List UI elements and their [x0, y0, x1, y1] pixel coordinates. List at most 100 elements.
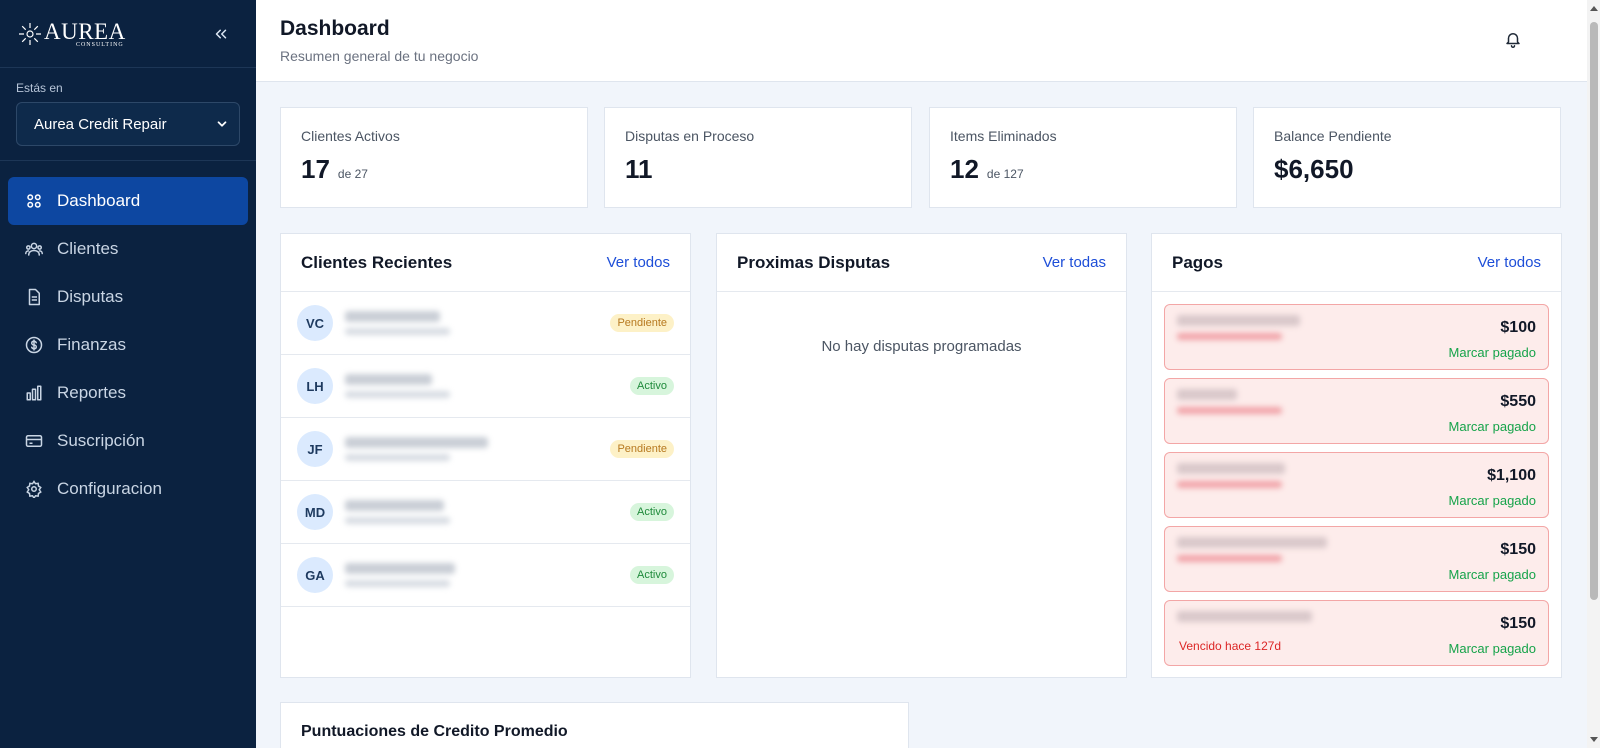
mark-paid-button[interactable]: Marcar pagado: [1449, 419, 1536, 434]
page-subtitle: Resumen general de tu negocio: [280, 48, 479, 64]
sunburst-icon: [19, 22, 41, 45]
avatar: GA: [297, 557, 333, 593]
payment-card[interactable]: $100 Marcar pagado: [1164, 304, 1549, 370]
status-badge: Pendiente: [610, 314, 674, 332]
bell-icon: [1506, 33, 1520, 48]
chevrons-left-icon: [215, 29, 227, 38]
recent-clients-panel: Clientes Recientes Ver todos VC Pendient…: [280, 233, 691, 678]
payments-panel: Pagos Ver todos $100 Marcar pagado $550 …: [1151, 233, 1562, 678]
panel-title: Pagos: [1172, 252, 1224, 272]
grid-icon: [27, 194, 41, 208]
payment-due-text: Vencido hace 127d: [1179, 639, 1282, 653]
status-badge: Activo: [630, 503, 674, 521]
panel-title: Puntuaciones de Credito Promedio: [301, 723, 568, 740]
sidebar-item-label: Reportes: [57, 383, 126, 402]
sidebar-item-finanzas[interactable]: Finanzas: [8, 321, 248, 369]
view-all-payments-link[interactable]: Ver todos: [1478, 254, 1541, 271]
redacted-payment-info: [1177, 463, 1327, 488]
status-badge: Activo: [630, 566, 674, 584]
credit-scores-panel: Puntuaciones de Credito Promedio: [280, 702, 909, 748]
avatar: LH: [297, 368, 333, 404]
scroll-down-arrow[interactable]: [1590, 737, 1598, 742]
redacted-client-info: [345, 311, 535, 335]
sidebar-item-disputas[interactable]: Disputas: [8, 273, 248, 321]
redacted-client-info: [345, 374, 535, 398]
client-row[interactable]: LH Activo: [281, 355, 690, 418]
scroll-thumb[interactable]: [1590, 22, 1598, 600]
payment-amount: $150: [1500, 541, 1536, 558]
client-row[interactable]: MD Activo: [281, 481, 690, 544]
scroll-up-arrow[interactable]: [1590, 6, 1598, 11]
redacted-payment-info: [1177, 389, 1327, 414]
payment-amount: $1,100: [1487, 467, 1536, 484]
sidebar-item-dashboard[interactable]: Dashboard: [8, 177, 248, 225]
avatar: VC: [297, 305, 333, 341]
brand-name: AUREA: [44, 18, 126, 44]
stat-card-balance-pendiente: Balance Pendiente $6,650: [1253, 107, 1561, 208]
sidebar-item-reportes[interactable]: Reportes: [8, 369, 248, 417]
avatar: JF: [297, 431, 333, 467]
sidebar-item-label: Finanzas: [57, 335, 126, 354]
workspace-select-value: Aurea Credit Repair: [34, 115, 167, 133]
sidebar-item-suscripcion[interactable]: Suscripción: [8, 417, 248, 465]
stat-sub: de 27: [337, 167, 368, 181]
status-badge: Pendiente: [610, 440, 674, 458]
card-icon: [25, 435, 43, 447]
dollar-icon: [25, 336, 43, 354]
payment-card[interactable]: $550 Marcar pagado: [1164, 378, 1549, 444]
stat-value: 12: [950, 154, 979, 184]
sidebar-item-configuracion[interactable]: Configuracion: [8, 465, 248, 513]
payment-card[interactable]: $150 Marcar pagado: [1164, 526, 1549, 592]
sidebar-item-label: Clientes: [57, 239, 119, 258]
stat-sub: de 127: [986, 167, 1024, 181]
stat-card-disputas-en-proceso: Disputas en Proceso 11: [604, 107, 912, 208]
page-header: Dashboard Resumen general de tu negocio: [256, 0, 1587, 82]
client-row[interactable]: VC Pendiente: [281, 292, 690, 355]
stat-card-items-eliminados: Items Eliminados 12 de 127: [929, 107, 1237, 208]
stat-label: Clientes Activos: [301, 128, 400, 144]
payment-card[interactable]: $1,100 Marcar pagado: [1164, 452, 1549, 518]
redacted-payment-info: [1177, 537, 1327, 562]
mark-paid-button[interactable]: Marcar pagado: [1449, 567, 1536, 582]
status-badge: Activo: [630, 377, 674, 395]
payment-amount: $100: [1500, 319, 1536, 336]
payment-amount: $550: [1500, 393, 1536, 410]
sidebar-item-clientes[interactable]: Clientes: [8, 225, 248, 273]
sidebar-item-label: Dashboard: [57, 191, 141, 210]
panel-title: Proximas Disputas: [737, 252, 891, 272]
collapse-sidebar-button[interactable]: [212, 25, 230, 43]
client-row[interactable]: GA Activo: [281, 544, 690, 607]
stat-label: Disputas en Proceso: [625, 128, 755, 144]
view-all-disputes-link[interactable]: Ver todas: [1043, 254, 1106, 271]
page-scrollbar[interactable]: [1587, 0, 1600, 748]
mark-paid-button[interactable]: Marcar pagado: [1449, 345, 1536, 360]
sidebar-item-label: Disputas: [57, 287, 124, 306]
client-row[interactable]: JF Pendiente: [281, 418, 690, 481]
redacted-client-info: [345, 437, 535, 461]
context-label: Estás en: [16, 81, 63, 95]
redacted-payment-info: [1177, 315, 1327, 340]
payment-card[interactable]: Vencido hace 127d $150 Marcar pagado: [1164, 600, 1549, 666]
redacted-client-info: [345, 500, 535, 524]
mark-paid-button[interactable]: Marcar pagado: [1449, 641, 1536, 656]
page-title: Dashboard: [280, 17, 390, 40]
stat-label: Balance Pendiente: [1274, 128, 1392, 144]
sidebar-nav: Dashboard Clientes Disputas Finanzas Rep…: [0, 161, 256, 529]
view-all-clients-link[interactable]: Ver todos: [607, 254, 670, 271]
sidebar: AUREA CONSULTING Estás en Aurea Credit R…: [0, 0, 256, 748]
workspace-select[interactable]: Aurea Credit Repair: [16, 102, 240, 146]
payment-amount: $150: [1500, 615, 1536, 632]
users-icon: [25, 242, 43, 256]
logo[interactable]: AUREA CONSULTING: [18, 20, 126, 48]
mark-paid-button[interactable]: Marcar pagado: [1449, 493, 1536, 508]
stat-value: 11: [625, 154, 653, 184]
stat-value: 17: [301, 154, 330, 184]
document-icon: [28, 288, 40, 306]
notifications-button[interactable]: [1504, 30, 1522, 53]
sidebar-item-label: Suscripción: [57, 431, 145, 450]
redacted-client-info: [345, 563, 535, 587]
brand-sub: CONSULTING: [75, 41, 124, 48]
panel-title: Clientes Recientes: [301, 252, 453, 272]
sidebar-item-label: Configuracion: [57, 479, 162, 498]
avatar: MD: [297, 494, 333, 530]
